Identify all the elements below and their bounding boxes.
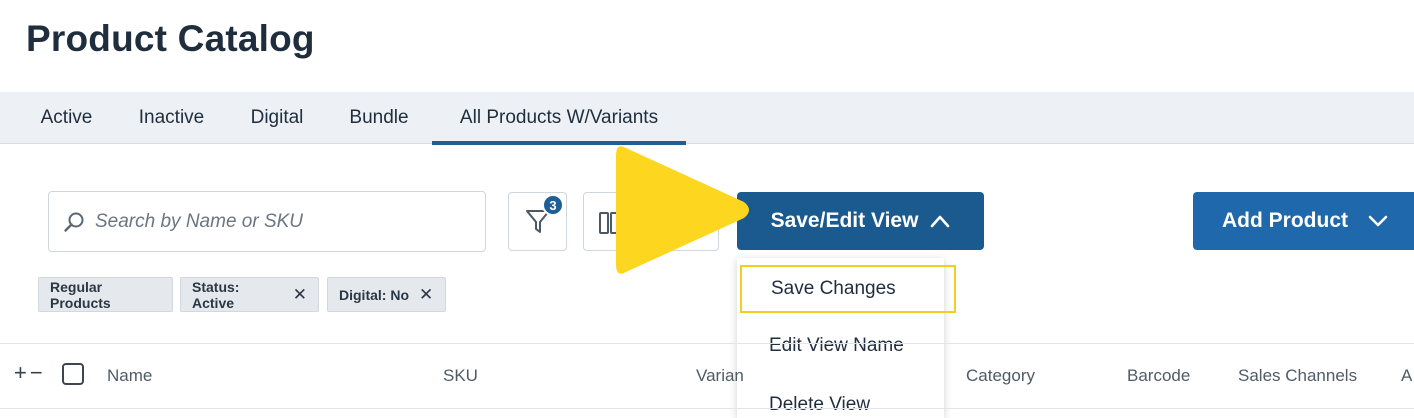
column-header-name[interactable]: Name (107, 366, 152, 386)
chevron-down-icon (1368, 215, 1388, 227)
search-input[interactable] (95, 210, 455, 233)
column-header-variants[interactable]: Varian (696, 366, 744, 386)
add-product-button[interactable]: Add Product (1193, 192, 1414, 250)
close-icon[interactable]: ✕ (419, 285, 433, 305)
column-header-sales-channels[interactable]: Sales Channels (1238, 366, 1357, 386)
column-header-barcode[interactable]: Barcode (1127, 366, 1190, 386)
tab-inactive[interactable]: Inactive (126, 92, 217, 144)
chip-label: Status: Active (192, 278, 240, 311)
filter-chip-status: Status: Active ✕ (180, 277, 319, 312)
column-header-category[interactable]: Category (966, 366, 1035, 386)
search-icon (64, 212, 84, 232)
menu-item-save-changes[interactable]: Save Changes (740, 265, 956, 313)
tab-digital[interactable]: Digital (238, 92, 316, 144)
filter-count-badge: 3 (542, 194, 564, 216)
filter-chip-regular-products: Regular Products (38, 277, 173, 312)
column-header-truncated[interactable]: A (1401, 366, 1412, 386)
play-overlay-icon[interactable] (612, 130, 757, 290)
page-title: Product Catalog (26, 18, 315, 59)
tab-active[interactable]: Active (28, 92, 105, 144)
select-all-checkbox[interactable] (62, 363, 84, 385)
filter-chip-digital: Digital: No ✕ (327, 277, 446, 312)
save-edit-view-label: Save/Edit View (770, 209, 919, 232)
menu-item-delete-view[interactable]: Delete View (737, 379, 944, 418)
menu-item-edit-view-name[interactable]: Edit View Name (737, 320, 944, 372)
search-box[interactable] (48, 191, 486, 252)
column-header-sku[interactable]: SKU (443, 366, 478, 386)
table-header-bottom-border (0, 408, 1414, 409)
chip-label: Regular Products (50, 278, 111, 311)
close-icon[interactable]: ✕ (293, 285, 307, 305)
save-edit-view-button[interactable]: Save/Edit View (737, 192, 984, 250)
chip-label: Digital: No (339, 286, 409, 303)
tab-bundle[interactable]: Bundle (337, 92, 421, 144)
table-header-top-border (0, 343, 1414, 344)
save-view-dropdown-menu: Save Changes Edit View Name Delete View (737, 258, 956, 418)
expand-collapse-all[interactable]: +− (14, 360, 46, 386)
add-product-label: Add Product (1222, 209, 1348, 232)
chevron-up-icon (931, 215, 950, 228)
